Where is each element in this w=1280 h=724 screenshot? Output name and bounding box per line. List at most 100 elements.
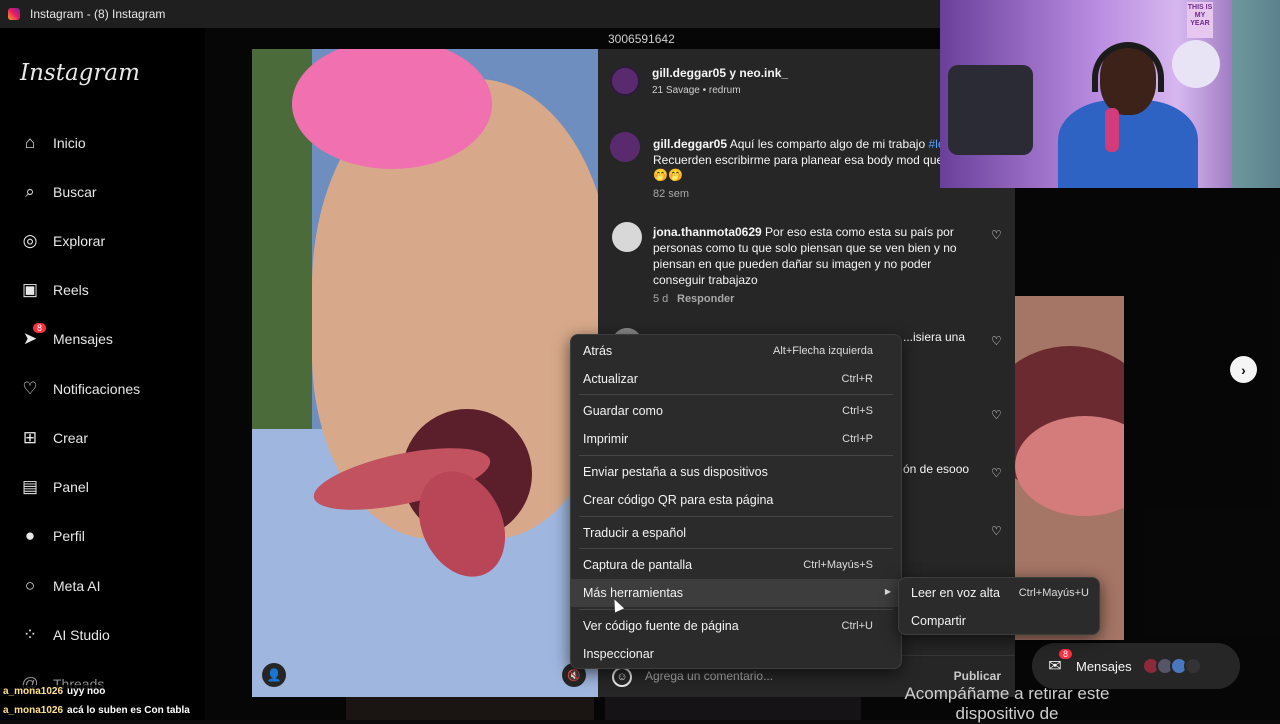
messenger-icon: ➤ 8 — [20, 323, 46, 349]
comment-username[interactable]: gill.deggar05 — [653, 137, 727, 151]
context-menu-item[interactable]: Inspeccionar — [571, 640, 901, 668]
sidebar-item-label: Explorar — [53, 233, 106, 249]
menu-item-shortcut: Ctrl+R — [841, 373, 873, 385]
messenger-icon: ✉ 8 — [1044, 649, 1072, 677]
messages-pill[interactable]: ✉ 8 Mensajes — [1032, 643, 1240, 689]
search-icon: ⌕ — [25, 182, 35, 201]
comment-text: ón de esooo — [903, 462, 970, 476]
sidebar-item-meta-ai[interactable]: ○ Meta AI — [20, 571, 101, 601]
sidebar-item-label: Crear — [53, 430, 89, 446]
sidebar-item-inicio[interactable]: ⌂ Inicio — [20, 128, 86, 158]
notification-badge: 8 — [32, 323, 46, 333]
menu-item-label: Leer en voz alta — [911, 586, 1000, 600]
sidebar-item-label: Perfil — [53, 528, 85, 544]
post-author[interactable]: gill.deggar05 y neo.ink_ — [652, 66, 788, 80]
instagram-logo[interactable]: Instagram — [20, 60, 140, 86]
author-avatar[interactable] — [610, 66, 640, 96]
messages-label: Mensajes — [1076, 658, 1132, 674]
sidebar-item-reels[interactable]: ▣ Reels — [20, 275, 89, 305]
context-menu-item[interactable]: Atrás Alt+Flecha izquierda — [571, 337, 901, 365]
webcam-overlay: THIS IS MY YEAR — [940, 0, 1280, 188]
sidebar-item-perfil[interactable]: ● Perfil — [20, 521, 85, 551]
menu-item-shortcut: Ctrl+Mayús+U — [1018, 587, 1089, 599]
reply-button[interactable]: Responder — [677, 293, 734, 305]
like-comment-icon[interactable]: ♡ — [991, 334, 1002, 348]
menu-separator — [579, 548, 893, 549]
submenu-item[interactable]: Leer en voz alta Ctrl+Mayús+U — [899, 579, 1099, 607]
ai-studio-icon: ⁘ — [22, 625, 38, 644]
avatar-icon: ● — [24, 526, 36, 545]
sidebar-item-ai-studio[interactable]: ⁘ AI Studio — [20, 620, 110, 650]
menu-item-label: Crear código QR para esta página — [583, 493, 774, 507]
sidebar-item-crear[interactable]: ⊞ Crear — [20, 423, 88, 453]
menu-item-label: Actualizar — [583, 372, 638, 386]
chat-message: a_mona1026 acá lo suben es Con tabla — [0, 704, 193, 717]
window-title: Instagram - (8) Instagram — [30, 7, 166, 21]
background-post-caption: Acompáñame a retirar este dispositivo de — [904, 684, 1110, 723]
context-menu-item[interactable]: Traducir a español — [571, 519, 901, 547]
comment-avatar[interactable] — [610, 132, 640, 162]
comment-text: ...isiera una — [903, 330, 966, 344]
menu-item-label: Imprimir — [583, 432, 629, 446]
next-post-button[interactable]: › — [1230, 356, 1257, 383]
chart-icon: ▤ — [21, 477, 39, 496]
emoji-icon[interactable]: ☺ — [612, 667, 632, 687]
context-menu-item[interactable]: Guardar como Ctrl+S — [571, 397, 901, 425]
comment-text-line2: Recuerden escribirme para planear esa bo… — [653, 153, 940, 167]
messages-badge: 8 — [1058, 649, 1072, 659]
context-menu: Atrás Alt+Flecha izquierda Actualizar Ctrl+… — [570, 334, 902, 669]
post-media[interactable]: 👤 🔇 — [252, 49, 598, 697]
menu-item-label: Ver código fuente de página — [583, 619, 739, 633]
submenu-item[interactable]: Compartir — [899, 607, 1099, 635]
like-comment-icon[interactable]: ♡ — [991, 466, 1002, 480]
menu-item-shortcut: Ctrl+P — [842, 433, 873, 445]
post-audio-label[interactable]: 21 Savage • redrum — [652, 85, 741, 96]
heart-icon: ♡ — [22, 379, 38, 398]
sidebar-item-label: Reels — [53, 282, 89, 298]
menu-separator — [579, 455, 893, 456]
publish-button[interactable]: Publicar — [954, 669, 1001, 683]
comment-age: 82 sem — [653, 188, 690, 200]
menu-item-label: Compartir — [911, 614, 966, 628]
context-menu-item[interactable]: Imprimir Ctrl+P — [571, 425, 901, 453]
like-comment-icon[interactable]: ♡ — [991, 524, 1002, 538]
sidebar-item-mensajes[interactable]: ➤ 8 Mensajes — [20, 323, 113, 354]
home-icon: ⌂ — [24, 133, 36, 152]
comment-avatar[interactable] — [612, 222, 642, 252]
hashtag-link[interactable]: #le — [929, 137, 941, 151]
menu-item-label: Más herramientas — [583, 586, 684, 600]
instagram-favicon-icon — [8, 8, 20, 20]
comment-input[interactable]: Agrega un comentario... — [645, 669, 773, 683]
context-menu-item[interactable]: Ver código fuente de página Ctrl+U — [571, 612, 901, 640]
menu-separator — [579, 394, 893, 395]
sidebar-item-notificaciones[interactable]: ♡ Notificaciones — [20, 374, 140, 404]
phone-overlay-text: 3006591642 — [608, 32, 675, 46]
menu-item-shortcut: Ctrl+U — [841, 620, 873, 632]
sidebar-item-panel[interactable]: ▤ Panel — [20, 472, 89, 502]
sidebar-item-label: Buscar — [53, 184, 97, 200]
more-tools-submenu: Leer en voz alta Ctrl+Mayús+U Compartir — [898, 577, 1100, 635]
sidebar-item-label: Notificaciones — [53, 381, 141, 397]
like-comment-icon[interactable]: ♡ — [991, 408, 1002, 422]
menu-item-shortcut: Ctrl+S — [842, 405, 873, 417]
menu-item-label: Enviar pestaña a sus dispositivos — [583, 465, 768, 479]
tagged-users-icon[interactable]: 👤 — [262, 663, 286, 687]
sidebar-item-explorar[interactable]: ◎ Explorar — [20, 226, 106, 256]
like-comment-icon[interactable]: ♡ — [991, 228, 1002, 242]
comment-username[interactable]: jona.thanmota0629 — [653, 225, 762, 239]
comment-text: jona.thanmota0629 Por eso esta como esta… — [653, 225, 957, 287]
comment-age: 5 d — [653, 293, 669, 305]
context-menu-item[interactable]: Enviar pestaña a sus dispositivos — [571, 458, 901, 486]
wall-sign: THIS IS MY YEAR — [1187, 2, 1213, 38]
context-menu-item[interactable]: Captura de pantalla Ctrl+Mayús+S — [571, 551, 901, 579]
compass-icon: ◎ — [22, 231, 38, 250]
context-menu-item[interactable]: Crear código QR para esta página — [571, 486, 901, 514]
comment-text: gill.deggar05 Aquí les comparto algo de … — [653, 136, 940, 152]
menu-item-label: Traducir a español — [583, 526, 687, 540]
submenu-arrow-icon: ▶ — [884, 587, 891, 596]
sidebar-item-label: Meta AI — [53, 578, 101, 594]
sidebar-item-buscar[interactable]: ⌕ Buscar — [20, 177, 97, 207]
plus-square-icon: ⊞ — [22, 428, 38, 447]
context-menu-item[interactable]: Actualizar Ctrl+R — [571, 365, 901, 393]
menu-item-label: Captura de pantalla — [583, 558, 693, 572]
